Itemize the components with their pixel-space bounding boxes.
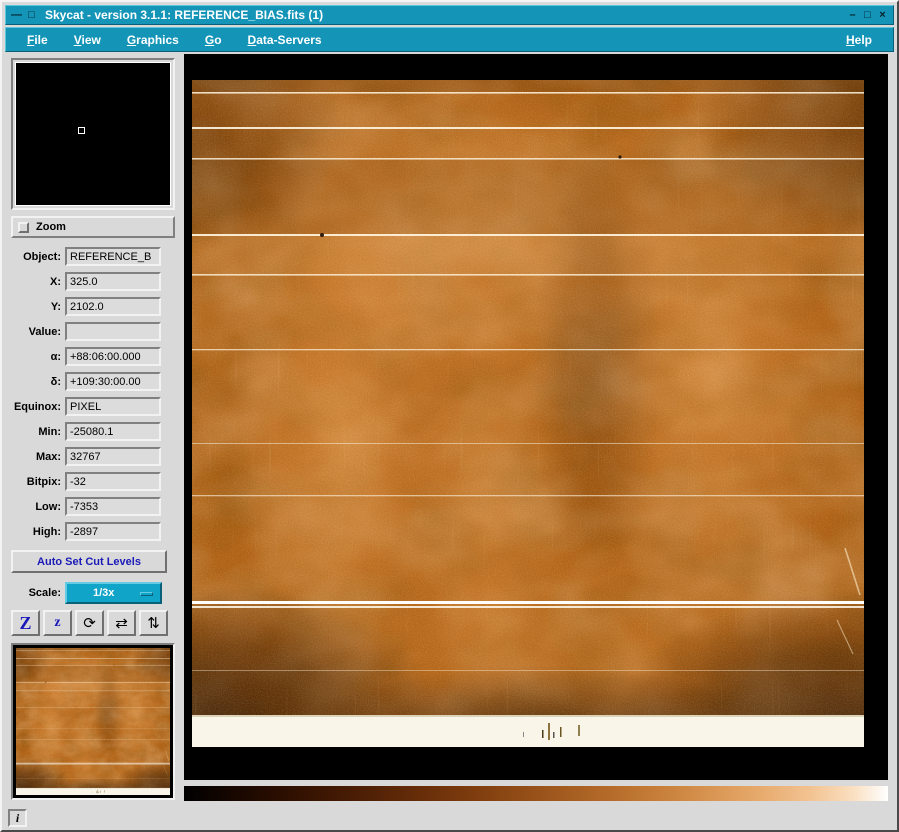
menu-go[interactable]: Go bbox=[192, 29, 235, 51]
bitpix-label: Bitpix: bbox=[5, 476, 65, 488]
scale-row: Scale: 1/3x bbox=[5, 581, 184, 605]
field-row-max: Max: 32767 bbox=[5, 444, 184, 469]
menu-help[interactable]: Help bbox=[833, 29, 885, 51]
zoom-marker bbox=[78, 127, 85, 134]
field-row-value: Value: bbox=[5, 319, 184, 344]
colorbar[interactable] bbox=[184, 786, 888, 801]
menu-data-servers[interactable]: Data-Servers bbox=[235, 29, 335, 51]
scale-value: 1/3x bbox=[93, 587, 114, 599]
scale-label: Scale: bbox=[5, 587, 65, 599]
menu-view[interactable]: View bbox=[61, 29, 114, 51]
zoom-toolbar: Z z ⟳ ⇄ ⇅ bbox=[11, 610, 168, 636]
x-input[interactable]: 325.0 bbox=[65, 272, 161, 291]
auto-set-cut-levels-button[interactable]: Auto Set Cut Levels bbox=[11, 550, 167, 573]
field-row-dec: δ: +109:30:00.00 bbox=[5, 369, 184, 394]
bias-fits-image bbox=[192, 80, 864, 747]
low-input[interactable]: -7353 bbox=[65, 497, 161, 516]
zoom-display bbox=[15, 62, 171, 206]
max-input[interactable]: 32767 bbox=[65, 447, 161, 466]
zoom-toggle[interactable]: Zoom bbox=[11, 216, 175, 238]
max-label: Max: bbox=[5, 451, 65, 463]
bitpix-input[interactable]: -32 bbox=[65, 472, 161, 491]
field-row-min: Min: -25080.1 bbox=[5, 419, 184, 444]
high-label: High: bbox=[5, 526, 65, 538]
dec-input[interactable]: +109:30:00.00 bbox=[65, 372, 161, 391]
low-label: Low: bbox=[5, 501, 65, 513]
window-menu-button[interactable]: — bbox=[9, 8, 24, 23]
equinox-input[interactable]: PIXEL bbox=[65, 397, 161, 416]
min-label: Min: bbox=[5, 426, 65, 438]
window-controls-left: — □ bbox=[9, 8, 39, 23]
zoom-in-button[interactable]: Z bbox=[11, 610, 40, 636]
field-row-bitpix: Bitpix: -32 bbox=[5, 469, 184, 494]
rotate-icon[interactable]: ⟳ bbox=[75, 610, 104, 636]
skycat-window: — □ Skycat - version 3.1.1: REFERENCE_BI… bbox=[0, 0, 899, 832]
menu-file[interactable]: File bbox=[14, 29, 61, 51]
dec-label: δ: bbox=[5, 376, 65, 388]
x-label: X: bbox=[5, 276, 65, 288]
titlebar[interactable]: — □ Skycat - version 3.1.1: REFERENCE_BI… bbox=[5, 5, 894, 25]
flip-vertical-icon[interactable]: ⇅ bbox=[139, 610, 168, 636]
info-panel: Object: REFERENCE_B X: 325.0 Y: 2102.0 V… bbox=[5, 244, 184, 544]
min-input[interactable]: -25080.1 bbox=[65, 422, 161, 441]
zoom-checkbox[interactable] bbox=[18, 222, 29, 233]
window-title: Skycat - version 3.1.1: REFERENCE_BIAS.f… bbox=[45, 8, 323, 22]
info-indicator[interactable]: i bbox=[8, 809, 27, 827]
window-controls-right: – □ × bbox=[845, 8, 890, 23]
window-minimize-button[interactable]: – bbox=[845, 8, 860, 23]
window-shade-button[interactable]: □ bbox=[24, 8, 39, 23]
y-label: Y: bbox=[5, 301, 65, 313]
zoom-checkbox-label: Zoom bbox=[36, 221, 66, 233]
sidebar: Zoom Object: REFERENCE_B X: 325.0 Y: 210… bbox=[5, 54, 184, 827]
menubar: File View Graphics Go Data-Servers Help bbox=[5, 27, 894, 52]
field-row-high: High: -2897 bbox=[5, 519, 184, 544]
pan-window[interactable] bbox=[11, 643, 175, 800]
flip-horizontal-icon[interactable]: ⇄ bbox=[107, 610, 136, 636]
ra-label: α: bbox=[5, 351, 65, 363]
object-input[interactable]: REFERENCE_B bbox=[65, 247, 161, 266]
field-row-low: Low: -7353 bbox=[5, 494, 184, 519]
window-close-button[interactable]: × bbox=[875, 8, 890, 23]
high-input[interactable]: -2897 bbox=[65, 522, 161, 541]
field-row-ra: α: +88:06:00.000 bbox=[5, 344, 184, 369]
window-maximize-button[interactable]: □ bbox=[860, 8, 875, 23]
zoom-out-button[interactable]: z bbox=[43, 610, 72, 636]
object-label: Object: bbox=[5, 251, 65, 263]
main-image[interactable] bbox=[192, 80, 864, 747]
y-input[interactable]: 2102.0 bbox=[65, 297, 161, 316]
field-row-equinox: Equinox: PIXEL bbox=[5, 394, 184, 419]
equinox-label: Equinox: bbox=[5, 401, 65, 413]
zoom-window bbox=[11, 58, 175, 210]
field-row-y: Y: 2102.0 bbox=[5, 294, 184, 319]
ra-input[interactable]: +88:06:00.000 bbox=[65, 347, 161, 366]
scale-dropdown[interactable]: 1/3x bbox=[65, 582, 162, 604]
image-canvas[interactable] bbox=[184, 54, 888, 780]
menu-graphics[interactable]: Graphics bbox=[114, 29, 192, 51]
value-input[interactable] bbox=[65, 322, 161, 341]
dropdown-indicator-icon bbox=[140, 592, 153, 596]
field-row-object: Object: REFERENCE_B bbox=[5, 244, 184, 269]
pan-thumbnail-image bbox=[16, 648, 170, 795]
field-row-x: X: 325.0 bbox=[5, 269, 184, 294]
value-label: Value: bbox=[5, 326, 65, 338]
